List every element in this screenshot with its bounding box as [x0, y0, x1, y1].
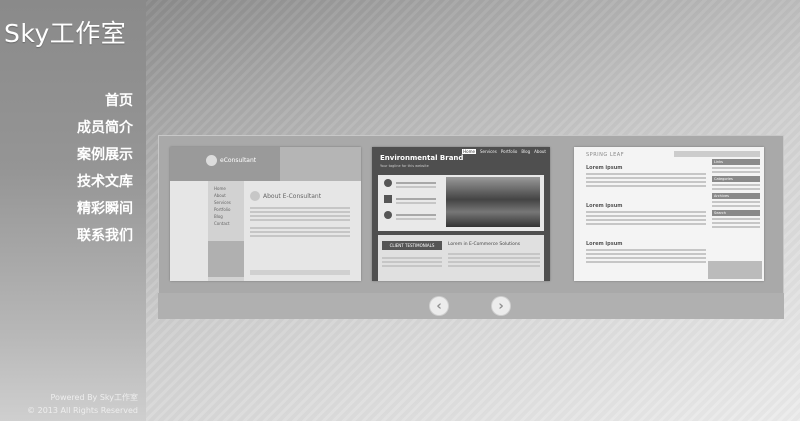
thumb-forest-image	[446, 177, 540, 227]
thumb-post-title: Lorem ipsum	[586, 203, 623, 209]
lightbulb-icon	[384, 179, 392, 187]
thumb-post: Lorem ipsum	[586, 165, 706, 189]
thumb-post: Lorem ipsum	[586, 203, 706, 227]
thumb-menu-item: About	[214, 193, 226, 198]
footer: Powered By Sky工作室 © 2013 All Rights Rese…	[0, 391, 146, 417]
thumb-tab: Home	[462, 149, 476, 154]
thumb-side-tab: Search	[712, 210, 760, 216]
main-nav: 首页 成员简介 案例展示 技术文库 精彩瞬间 联系我们	[77, 90, 133, 252]
thumb-tab: Services	[479, 149, 497, 154]
thumb-heading: Lorem in E-Commerce Solutions	[448, 242, 521, 247]
thumb-side-tab: Archives	[712, 193, 760, 199]
thumb-tab: About	[534, 149, 546, 154]
thumb-title: SPRING LEAF	[586, 152, 625, 158]
nav-item-library[interactable]: 技术文库	[77, 171, 133, 198]
footer-powered-by: Powered By Sky工作室	[50, 393, 138, 402]
thumb-post-title: Lorem ipsum	[586, 241, 623, 247]
about-icon	[250, 191, 260, 201]
nav-item-members[interactable]: 成员简介	[77, 117, 133, 144]
thumb-sidebar: Links Categories Archives Search	[712, 159, 760, 230]
portfolio-thumbnail[interactable]: eConsultant Home About Services Portfoli…	[170, 147, 361, 281]
next-button[interactable]: ›	[492, 297, 510, 315]
thumb-menu-item: Portfolio	[214, 207, 231, 212]
thumb-menu-item: Services	[214, 200, 231, 205]
sidebar: Sky工作室 首页 成员简介 案例展示 技术文库 精彩瞬间 联系我们 Power…	[0, 0, 146, 421]
thumb-menu-item: Blog	[214, 214, 223, 219]
thumb-heading: About E-Consultant	[263, 193, 322, 200]
e-logo-icon	[206, 155, 217, 166]
portfolio-thumbnail[interactable]: Environmental Brand Your tagline for thi…	[372, 147, 550, 281]
nav-item-moments[interactable]: 精彩瞬间	[77, 198, 133, 225]
nav-item-contact[interactable]: 联系我们	[77, 225, 133, 252]
thumb-subtitle: Your tagline for this website	[380, 164, 429, 168]
chevron-left-icon: ‹	[436, 298, 442, 314]
nav-item-home[interactable]: 首页	[77, 90, 133, 117]
slider-controls-bar	[158, 293, 784, 319]
portfolio-slider: eConsultant Home About Services Portfoli…	[158, 135, 784, 319]
thumb-menu-item: Home	[214, 186, 226, 191]
portfolio-thumbnail[interactable]: SPRING LEAF Lorem ipsum Lorem ipsum Lore…	[574, 147, 764, 281]
thumb-tab: Blog	[521, 149, 531, 154]
home-icon	[384, 195, 392, 203]
thumb-login-box	[208, 241, 244, 277]
thumb-text-block	[250, 205, 350, 239]
thumb-tabs: Home Services Portfolio Blog About	[462, 149, 546, 154]
chevron-right-icon: ›	[498, 298, 504, 314]
thumb-logo-text: eConsultant	[220, 157, 257, 164]
thumb-side-tab: Categories	[712, 176, 760, 182]
nav-item-cases[interactable]: 案例展示	[77, 144, 133, 171]
thumb-tab: Portfolio	[500, 149, 518, 154]
thumb-menu-item: Contact	[214, 221, 230, 226]
prev-button[interactable]: ‹	[430, 297, 448, 315]
thumb-image	[708, 261, 762, 279]
globe-icon	[384, 211, 392, 219]
thumb-section-label: CLIENT TESTIMONIALS	[382, 241, 442, 250]
thumb-title: Environmental Brand	[380, 154, 464, 162]
thumb-post: Lorem ipsum	[586, 241, 706, 265]
thumb-side-tab: Links	[712, 159, 760, 165]
thumb-side-menu: Home About Services Portfolio Blog Conta…	[214, 185, 231, 227]
footer-copyright: © 2013 All Rights Reserved	[27, 406, 138, 415]
site-logo[interactable]: Sky工作室	[4, 14, 126, 50]
thumb-post-title: Lorem ipsum	[586, 165, 623, 171]
